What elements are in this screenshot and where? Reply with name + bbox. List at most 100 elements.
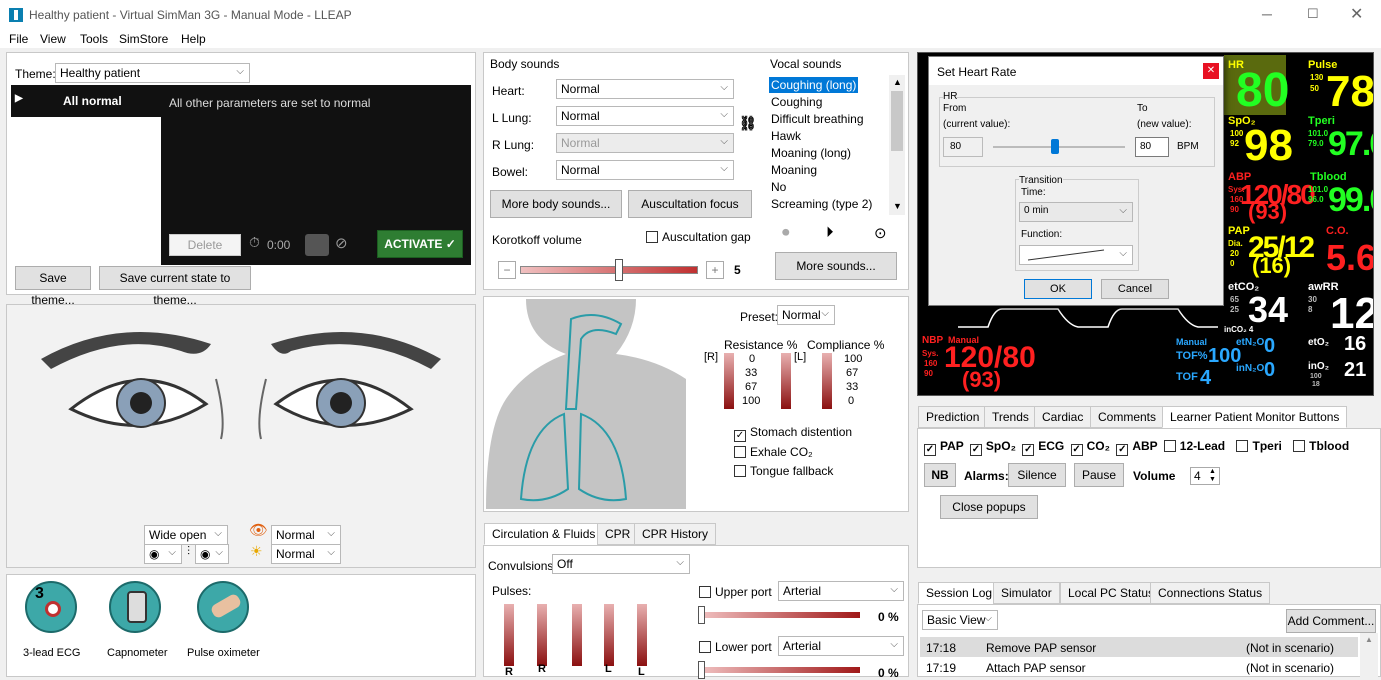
pulse-slider[interactable] [572,604,582,666]
log-view-select[interactable]: Basic View ⌵ [922,610,998,630]
vocal-item[interactable]: Moaning [771,163,817,177]
pupil-left-select[interactable]: Normal ⌵ [271,525,341,545]
korotkoff-slider[interactable] [520,266,698,274]
tab-cpr-history[interactable]: CPR History [634,523,717,545]
pulse-slider[interactable] [537,604,547,666]
pupil-right-select[interactable]: Normal ⌵ [271,544,341,564]
checkbox[interactable]: ✓ [969,444,982,456]
pap-checkbox[interactable]: ✓ PAP [924,439,964,456]
preset-select[interactable]: Normal ⌵ [777,305,835,325]
blink-left-select[interactable]: ◉ ⌵ [144,544,182,564]
dialog-close-icon[interactable]: ✕ [1203,63,1219,79]
menu-file[interactable]: File [9,32,28,46]
checkbox[interactable]: ✓ [924,444,936,456]
volume-plus-button[interactable]: + [706,261,724,279]
checkbox[interactable] [646,231,658,243]
maximize-icon[interactable]: ☐ [1307,6,1319,22]
fingerprint-icon[interactable] [305,234,329,256]
upper-port-checkbox[interactable]: Upper port [699,585,772,599]
eye-state-select[interactable]: Wide open ⌵ [144,525,228,545]
auscultation-focus-button[interactable]: Auscultation focus [628,190,752,218]
checkbox[interactable] [734,446,746,458]
link-lungs-icon[interactable]: ⛓ [739,115,757,132]
link-icon[interactable]: ⫶ [187,544,190,559]
scroll-thumb[interactable] [891,91,903,151]
abp-checkbox[interactable]: ✓ ABP [1116,439,1157,456]
tblood-checkbox[interactable]: Tblood [1293,439,1349,453]
time-select[interactable]: 0 min ⌵ [1019,202,1133,222]
ok-button[interactable]: OK [1024,279,1092,299]
vocal-item[interactable]: Moaning (long) [771,146,851,160]
menu-tools[interactable]: Tools [80,32,108,46]
tab-session-log[interactable]: Session Log [918,582,1001,604]
checkbox[interactable]: ✓ [1116,444,1129,456]
function-select[interactable]: ⌵ [1019,245,1133,265]
nb-button[interactable]: NB [924,463,956,487]
menu-view[interactable]: View [40,32,66,46]
more-sounds-button[interactable]: More sounds... [775,252,897,280]
vocal-item-selected[interactable]: Coughing (long) [769,77,859,93]
close-icon[interactable]: ✕ [1350,4,1363,24]
tab-cardiac[interactable]: Cardiac [1034,406,1092,428]
ecg-checkbox[interactable]: ✓ ECG [1022,439,1064,456]
blink-right-select[interactable]: ◉ ⌵ [195,544,229,564]
lower-port-checkbox[interactable]: Lower port [699,640,772,654]
tab-comments[interactable]: Comments [1090,406,1165,428]
checkbox[interactable]: ✓ [1022,444,1035,456]
checkbox[interactable]: ✓ [734,430,746,442]
left-lung-select[interactable]: Normal ⌵ [556,106,734,126]
12-lead-checkbox[interactable]: 12-Lead [1163,439,1225,453]
tongue-fallback-checkbox[interactable]: Tongue fallback [734,464,833,478]
volume-spin-icon[interactable]: ▲ ▼ [1209,468,1216,484]
vocal-item[interactable]: Screaming (type 2) [771,197,872,211]
more-body-sounds-button[interactable]: More body sounds... [490,190,622,218]
to-value-input[interactable]: 80 [1135,137,1169,157]
auscultation-gap-checkbox[interactable]: Auscultation gap [646,230,751,244]
tab-local-pc-status[interactable]: Local PC Status [1060,582,1163,604]
vocal-item[interactable]: Coughing [771,95,822,109]
volume-minus-button[interactable]: − [498,261,516,279]
stop-icon[interactable]: ⏺ [782,224,790,241]
tperi-checkbox[interactable]: Tperi [1236,439,1282,453]
checkbox[interactable] [1163,440,1176,452]
tab-simulator[interactable]: Simulator [993,582,1060,604]
volume-input[interactable]: 4 ▲ ▼ [1190,467,1220,485]
device-capnometer[interactable]: Capnometer [103,581,173,661]
checkbox[interactable] [734,465,746,477]
vocal-item[interactable]: No [771,180,786,194]
activate-button[interactable]: ACTIVATE ✓ [377,230,463,258]
exhale-co2-checkbox[interactable]: Exhale CO₂ [734,445,813,459]
compliance-slider[interactable] [822,353,832,409]
checkbox[interactable] [699,586,711,598]
right-lung-select[interactable]: Normal ⌵ [556,133,734,153]
bowel-select[interactable]: Normal ⌵ [556,160,734,180]
spo2-checkbox[interactable]: ✓ SpO₂ [969,439,1016,456]
lower-port-thumb[interactable] [698,661,705,679]
tab-circulation[interactable]: Circulation & Fluids [484,523,604,545]
pause-button[interactable]: Pause [1074,463,1124,487]
vocal-sounds-list[interactable]: Coughing (long) Coughing Difficult breat… [769,75,905,215]
resistance-left-slider[interactable] [781,353,791,409]
co2-checkbox[interactable]: ✓ CO₂ [1070,439,1110,456]
close-popups-button[interactable]: Close popups [940,495,1038,519]
menu-simstore[interactable]: SimStore [119,32,168,46]
theme-select[interactable]: Healthy patient ⌵ [55,63,250,83]
checkbox[interactable] [699,641,711,653]
save-theme-button[interactable]: Save theme... [15,266,91,307]
vocal-item[interactable]: Difficult breathing [771,112,864,126]
resistance-right-slider[interactable] [724,353,734,409]
disabled-icon[interactable]: ⊘ [335,234,348,252]
silence-button[interactable]: Silence [1008,463,1066,487]
lower-port-select[interactable]: Arterial ⌵ [778,636,904,656]
device-ecg[interactable]: 3 3-lead ECG [21,581,81,661]
tab-connections-status[interactable]: Connections Status [1150,582,1271,604]
checkbox[interactable] [1236,440,1249,452]
stomach-distention-checkbox[interactable]: ✓ Stomach distention [734,425,852,442]
tab-trends[interactable]: Trends [984,406,1037,428]
korotkoff-slider-thumb[interactable] [615,259,623,281]
scroll-down-icon[interactable]: ▼ [893,201,902,211]
heart-select[interactable]: Normal ⌵ [556,79,734,99]
pulse-slider[interactable] [504,604,514,666]
log-scrollbar[interactable]: ▲ [1360,633,1378,677]
hr-slider-thumb[interactable] [1051,139,1060,154]
